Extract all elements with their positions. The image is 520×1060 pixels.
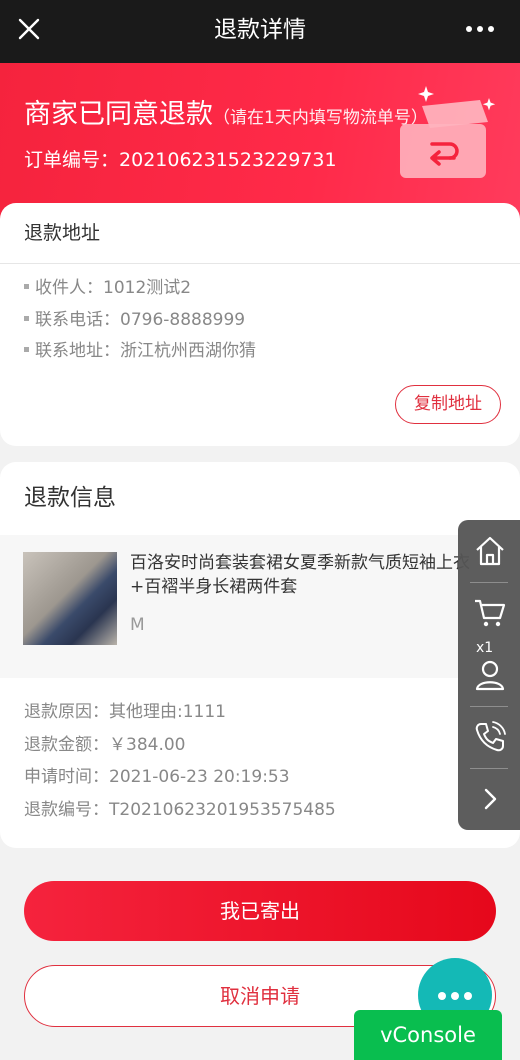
bullet	[24, 283, 29, 289]
refund-status-text: 商家已同意退款	[24, 99, 213, 130]
contact-phone: 联系电话：0796-8888999	[35, 310, 246, 330]
cart-badge: x1	[476, 640, 494, 656]
chevron-right-icon[interactable]	[473, 782, 507, 816]
top-nav-bar: 退款详情	[0, 0, 520, 63]
order-number: 订单编号：202106231523229731	[24, 146, 337, 174]
vconsole-button[interactable]: vConsole	[354, 1010, 502, 1060]
refund-info-title: 退款信息	[24, 485, 116, 511]
receiver-line: 收件人：1012测试2	[24, 276, 191, 300]
cart-icon[interactable]	[473, 596, 507, 630]
refund-number: 退款编号：T20210623201953575485	[24, 800, 336, 820]
phone-line: 联系电话：0796-8888999	[24, 308, 245, 332]
refund-status: 商家已同意退款（请在1天内填写物流单号）	[24, 96, 428, 137]
bullet	[24, 315, 29, 321]
refund-amount: 退款金额：￥384.00	[24, 735, 186, 755]
refund-address-card: 退款地址 收件人：1012测试2 联系电话：0796-8888999 联系地址：…	[0, 203, 520, 446]
goods-name: 百洛安时尚套装套裙女夏季新款气质短袖上衣+百褶半身长裙两件套	[130, 553, 470, 597]
dot	[464, 992, 472, 1000]
dot	[451, 992, 459, 1000]
refund-address-title: 退款地址	[0, 203, 520, 264]
user-icon[interactable]	[473, 658, 507, 692]
dot	[438, 992, 446, 1000]
contact-address: 联系地址：浙江杭州西湖你猜	[35, 341, 256, 361]
order-number-label: 订单编号：	[24, 149, 120, 171]
refund-info-card: 退款信息 百洛安时尚套装套裙女夏季新款气质短袖上衣+百褶半身长裙两件套 M 退款…	[0, 462, 520, 848]
refund-reason: 退款原因：其他理由:1111	[24, 702, 226, 722]
copy-address-button[interactable]: 复制地址	[395, 385, 501, 424]
page-title: 退款详情	[214, 17, 306, 43]
goods-thumbnail	[23, 552, 117, 645]
more-icon[interactable]	[464, 16, 496, 42]
divider	[470, 768, 508, 769]
goods-spec: M	[130, 615, 145, 635]
shipped-button[interactable]: 我已寄出	[24, 881, 496, 941]
divider	[470, 706, 508, 707]
order-number-value: 202106231523229731	[119, 149, 337, 171]
refund-status-banner: 商家已同意退款（请在1天内填写物流单号） 订单编号：20210623152322…	[0, 63, 520, 223]
bullet	[24, 346, 29, 352]
home-icon[interactable]	[473, 534, 507, 568]
phone-icon[interactable]	[473, 720, 507, 754]
divider	[470, 582, 508, 583]
address-line: 联系地址：浙江杭州西湖你猜	[24, 339, 256, 363]
goods-item[interactable]: 百洛安时尚套装套裙女夏季新款气质短袖上衣+百褶半身长裙两件套 M	[0, 535, 520, 678]
floating-side-bar: x1	[458, 520, 520, 830]
refund-box-icon	[400, 86, 496, 178]
apply-time: 申请时间：2021-06-23 20:19:53	[24, 767, 290, 787]
receiver: 收件人：1012测试2	[35, 278, 192, 298]
